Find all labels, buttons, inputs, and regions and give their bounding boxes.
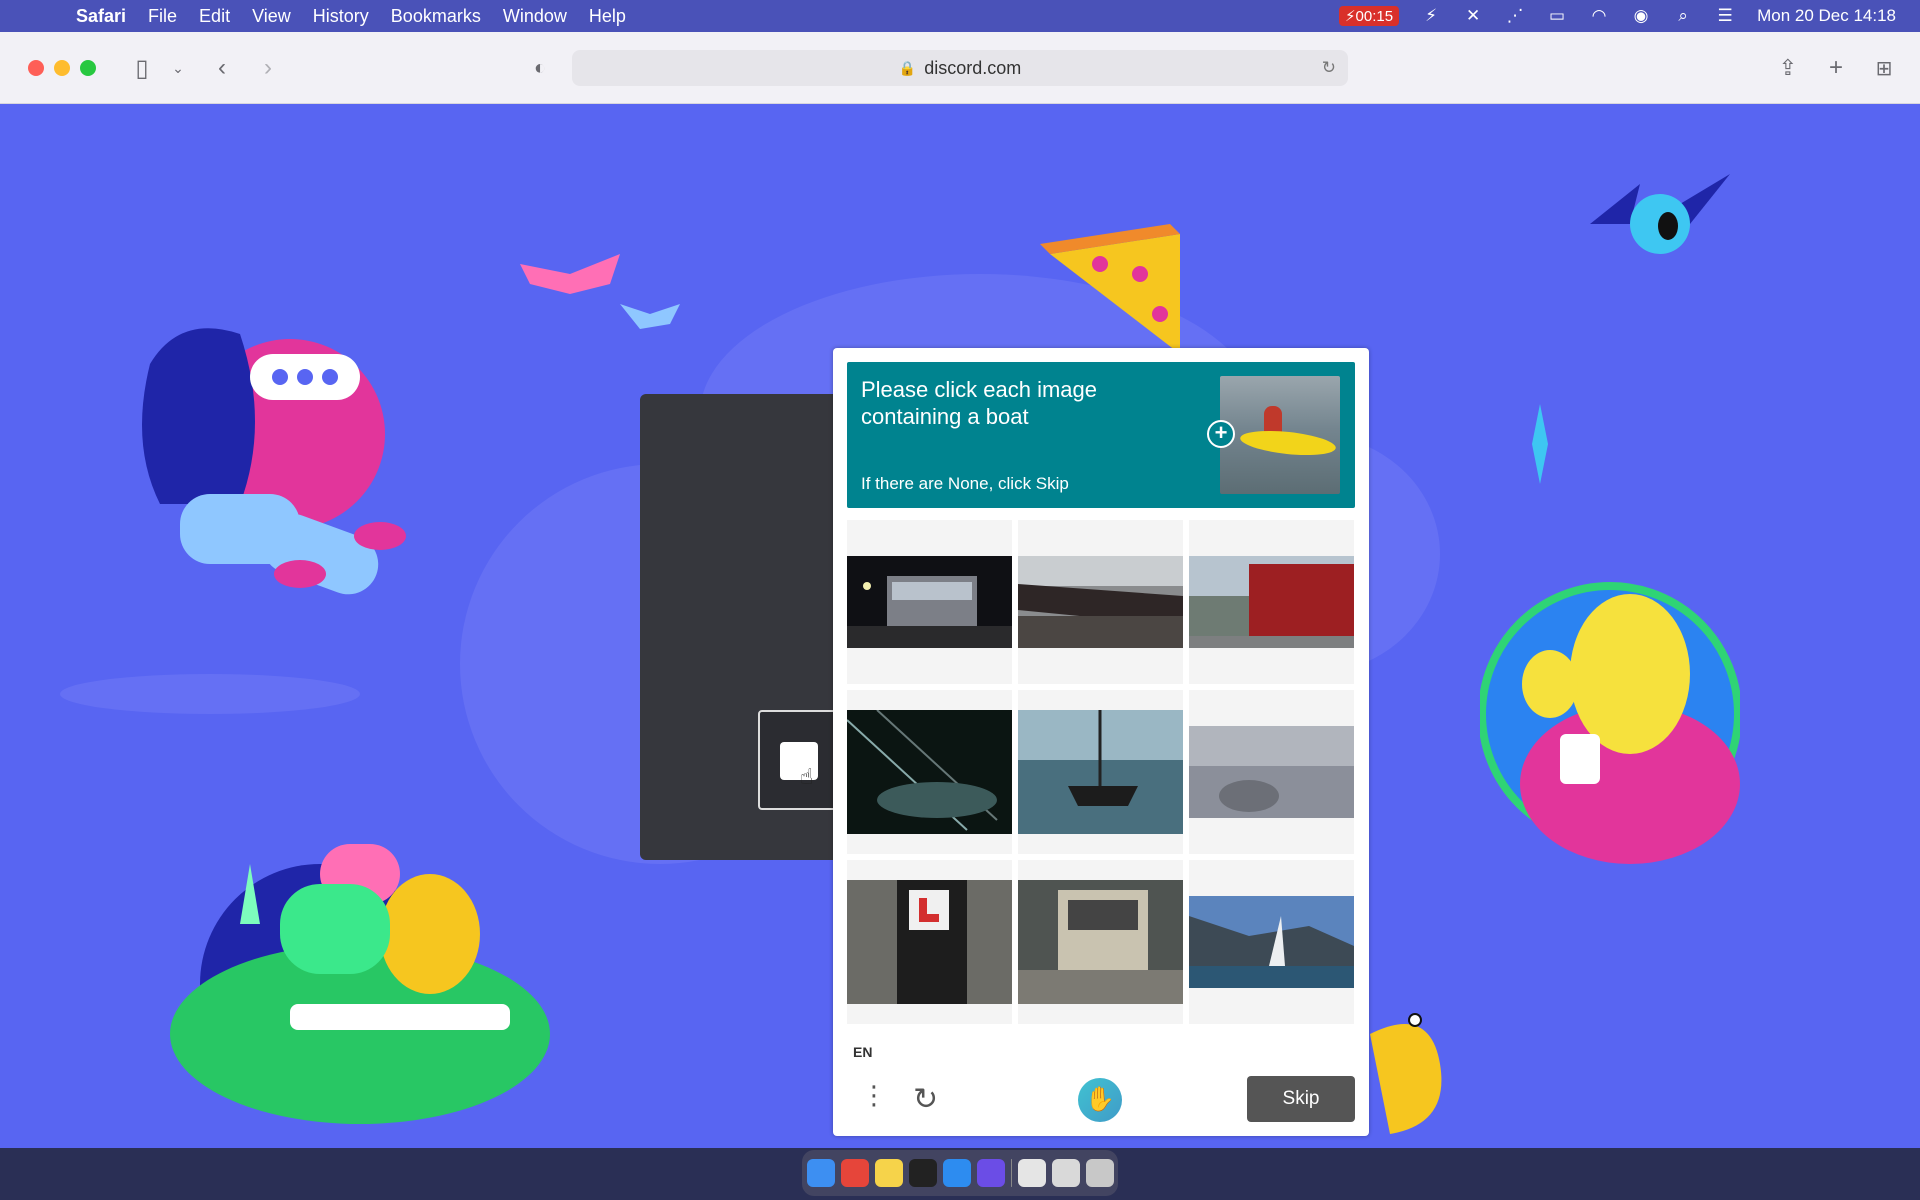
browser-toolbar: ▯ ⌄ ‹ › ◐ 🔒 discord.com ↻ ⇪ + ⊞ [0,32,1920,104]
recording-badge[interactable]: ⚡00:15 [1338,6,1400,26]
menu-edit[interactable]: Edit [199,6,230,27]
captcha-prompt: Please click each image containing a boa… [847,362,1355,508]
captcha-tile-fire-truck[interactable] [1189,520,1354,684]
captcha-tile-sailboat-on-water[interactable] [1018,690,1183,854]
tile-image-truck [1018,880,1183,1004]
tile-image-bus [847,556,1012,648]
safari-icon[interactable] [942,1159,971,1187]
tile-image-motorcycle [847,880,1012,1004]
new-tab-icon[interactable]: + [1822,54,1850,82]
captcha-tile-airplane-engine[interactable] [1189,690,1354,854]
pizza-illustration [1040,224,1180,354]
tile-image-airplane-engine [1189,726,1354,818]
kayak-shape [1239,427,1337,459]
more-options-icon[interactable]: ⋮ [861,1080,887,1111]
tile-image-train [1018,556,1183,648]
trash-icon[interactable] [1085,1159,1114,1187]
window-controls [28,60,96,76]
bat-illustration [1590,174,1730,254]
app-bolt-icon[interactable] [976,1159,1005,1187]
menu-file[interactable]: File [148,6,177,27]
bluetooth-icon[interactable]: ✕ [1463,6,1483,26]
url-text: discord.com [924,57,1022,78]
macos-menubar: Safari File Edit View History Bookmarks … [0,0,1920,32]
recording-time: 00:15 [1355,8,1394,25]
captcha-tile-motorcycle[interactable] [847,860,1012,1024]
notes-icon[interactable] [874,1159,903,1187]
captcha-tile-train[interactable] [1018,520,1183,684]
forward-icon[interactable]: › [254,54,282,82]
captcha-tile-bus-at-night[interactable] [847,520,1012,684]
back-icon[interactable]: ‹ [208,54,236,82]
menu-window[interactable]: Window [503,6,567,27]
dock-separator [1010,1159,1012,1187]
lock-icon: 🔒 [898,59,917,76]
minimize-window-button[interactable] [54,60,70,76]
captcha-tile-truck[interactable] [1018,860,1183,1024]
captcha-prompt-line2: containing a boat [861,404,1029,429]
captcha-challenge-dialog: Please click each image containing a boa… [833,348,1369,1136]
captcha-tile-windsurfer[interactable] [1189,860,1354,1024]
close-window-button[interactable] [28,60,44,76]
menu-help[interactable]: Help [589,6,626,27]
wifi-icon[interactable]: ◠ [1589,6,1609,26]
skip-button[interactable]: Skip [1247,1076,1355,1122]
search-icon[interactable]: ⌕ [1673,6,1693,26]
expand-example-plus-icon[interactable]: + [1207,420,1235,448]
menu-view[interactable]: View [252,6,291,27]
flying-books-illustration [520,254,680,329]
menu-bookmarks[interactable]: Bookmarks [391,6,481,27]
sparkle-icon [1532,404,1548,484]
dots-icon[interactable]: ⋰ [1505,6,1525,26]
reload-icon[interactable]: ↻ [1322,58,1336,78]
finder-icon[interactable] [806,1159,835,1187]
share-icon[interactable]: ⇪ [1774,54,1802,82]
hand-cursor-icon: ☝ [800,764,814,789]
control-center-icon[interactable]: ☰ [1715,6,1735,26]
menu-history[interactable]: History [313,6,369,27]
menubar-clock[interactable]: Mon 20 Dec 14:18 [1757,6,1896,26]
address-bar[interactable]: 🔒 discord.com ↻ [572,50,1348,86]
captcha-prompt-line1: Please click each image [861,377,1098,402]
zoom-window-button[interactable] [80,60,96,76]
hcaptcha-logo-icon[interactable]: ✋ [1078,1078,1122,1122]
tile-image-boat-rigging [847,710,1012,834]
battery-icon[interactable]: ▭ [1547,6,1567,26]
privacy-shield-icon[interactable]: ◐ [526,54,554,82]
tab-overview-icon[interactable]: ⊞ [1870,54,1898,82]
chrome-icon[interactable] [840,1159,869,1187]
bolt-icon[interactable]: ⚡ [1421,6,1441,26]
horn-illustration [1370,1013,1442,1134]
document-icon[interactable] [1017,1159,1046,1187]
example-image-kayak [1220,376,1340,494]
macos-dock [802,1150,1118,1196]
tile-image-windsurfer [1189,896,1354,988]
sidebar-icon[interactable]: ▯ [128,54,156,82]
character-illustration-left-top [142,328,406,595]
menu-app-name[interactable]: Safari [76,6,126,27]
character-illustration-left-bottom [170,844,550,1124]
tile-image-sailboat [1018,710,1183,834]
tile-image-fire-truck [1189,556,1354,648]
language-selector[interactable]: EN [853,1044,872,1060]
captcha-tile-dark-boat-rigging[interactable] [847,690,1012,854]
refresh-challenge-icon[interactable]: ↻ [913,1082,938,1117]
terminal-icon[interactable] [908,1159,937,1187]
chevron-down-icon[interactable]: ⌄ [164,54,192,82]
captcha-hint: If there are None, click Skip [861,474,1069,493]
user-icon[interactable]: ◉ [1631,6,1651,26]
character-illustration-right [1480,582,1740,864]
folder-icon[interactable] [1051,1159,1080,1187]
